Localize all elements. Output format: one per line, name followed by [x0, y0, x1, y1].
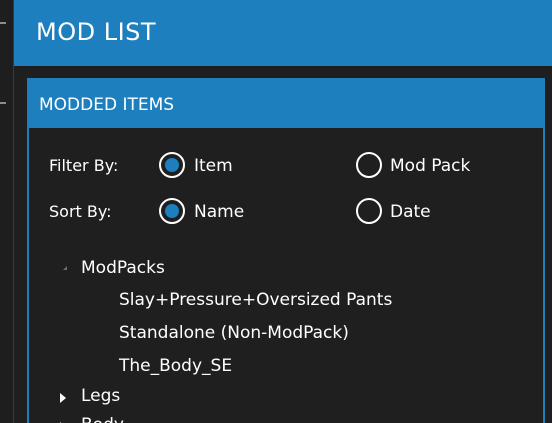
- mod-list-window: MOD LIST MODDED ITEMS Filter By: Item Mo…: [13, 0, 552, 423]
- panel-header: MODDED ITEMS: [29, 80, 543, 128]
- filter-label: Filter By:: [49, 156, 119, 175]
- window-title-bar[interactable]: MOD LIST: [14, 0, 552, 66]
- sort-row: Sort By: Name Date: [29, 198, 543, 228]
- filter-row: Filter By: Item Mod Pack: [29, 152, 543, 182]
- sort-name-radio[interactable]: [159, 198, 185, 224]
- filter-item-label[interactable]: Item: [194, 156, 233, 176]
- tree-node-modpacks[interactable]: ModPacks: [81, 258, 165, 278]
- sort-name-label[interactable]: Name: [194, 202, 244, 222]
- app-page: MOD LIST MODDED ITEMS Filter By: Item Mo…: [0, 0, 552, 423]
- window-title: MOD LIST: [36, 18, 157, 46]
- tree-child-item[interactable]: The_Body_SE: [119, 356, 232, 376]
- filter-modpack-label[interactable]: Mod Pack: [390, 156, 470, 176]
- edge-tick: [0, 22, 6, 24]
- panel-title: MODDED ITEMS: [39, 95, 175, 115]
- tree-node-legs[interactable]: Legs: [81, 386, 120, 406]
- sort-date-radio[interactable]: [356, 198, 382, 224]
- edge-tick: [0, 102, 6, 104]
- tree-child-item[interactable]: Standalone (Non-ModPack): [119, 323, 349, 343]
- filter-modpack-radio[interactable]: [356, 152, 382, 178]
- tree-child-item[interactable]: Slay+Pressure+Oversized Pants: [119, 290, 392, 310]
- collapsed-arrow-icon[interactable]: [60, 393, 66, 403]
- tree-node-body[interactable]: Body: [81, 415, 124, 423]
- background-window-edge: [0, 0, 13, 423]
- sort-label: Sort By:: [49, 202, 112, 221]
- filter-item-radio[interactable]: [159, 152, 185, 178]
- expanded-arrow-icon[interactable]: [63, 266, 67, 270]
- modded-items-panel: MODDED ITEMS Filter By: Item Mod Pack So…: [27, 78, 545, 423]
- sort-date-label[interactable]: Date: [390, 202, 431, 222]
